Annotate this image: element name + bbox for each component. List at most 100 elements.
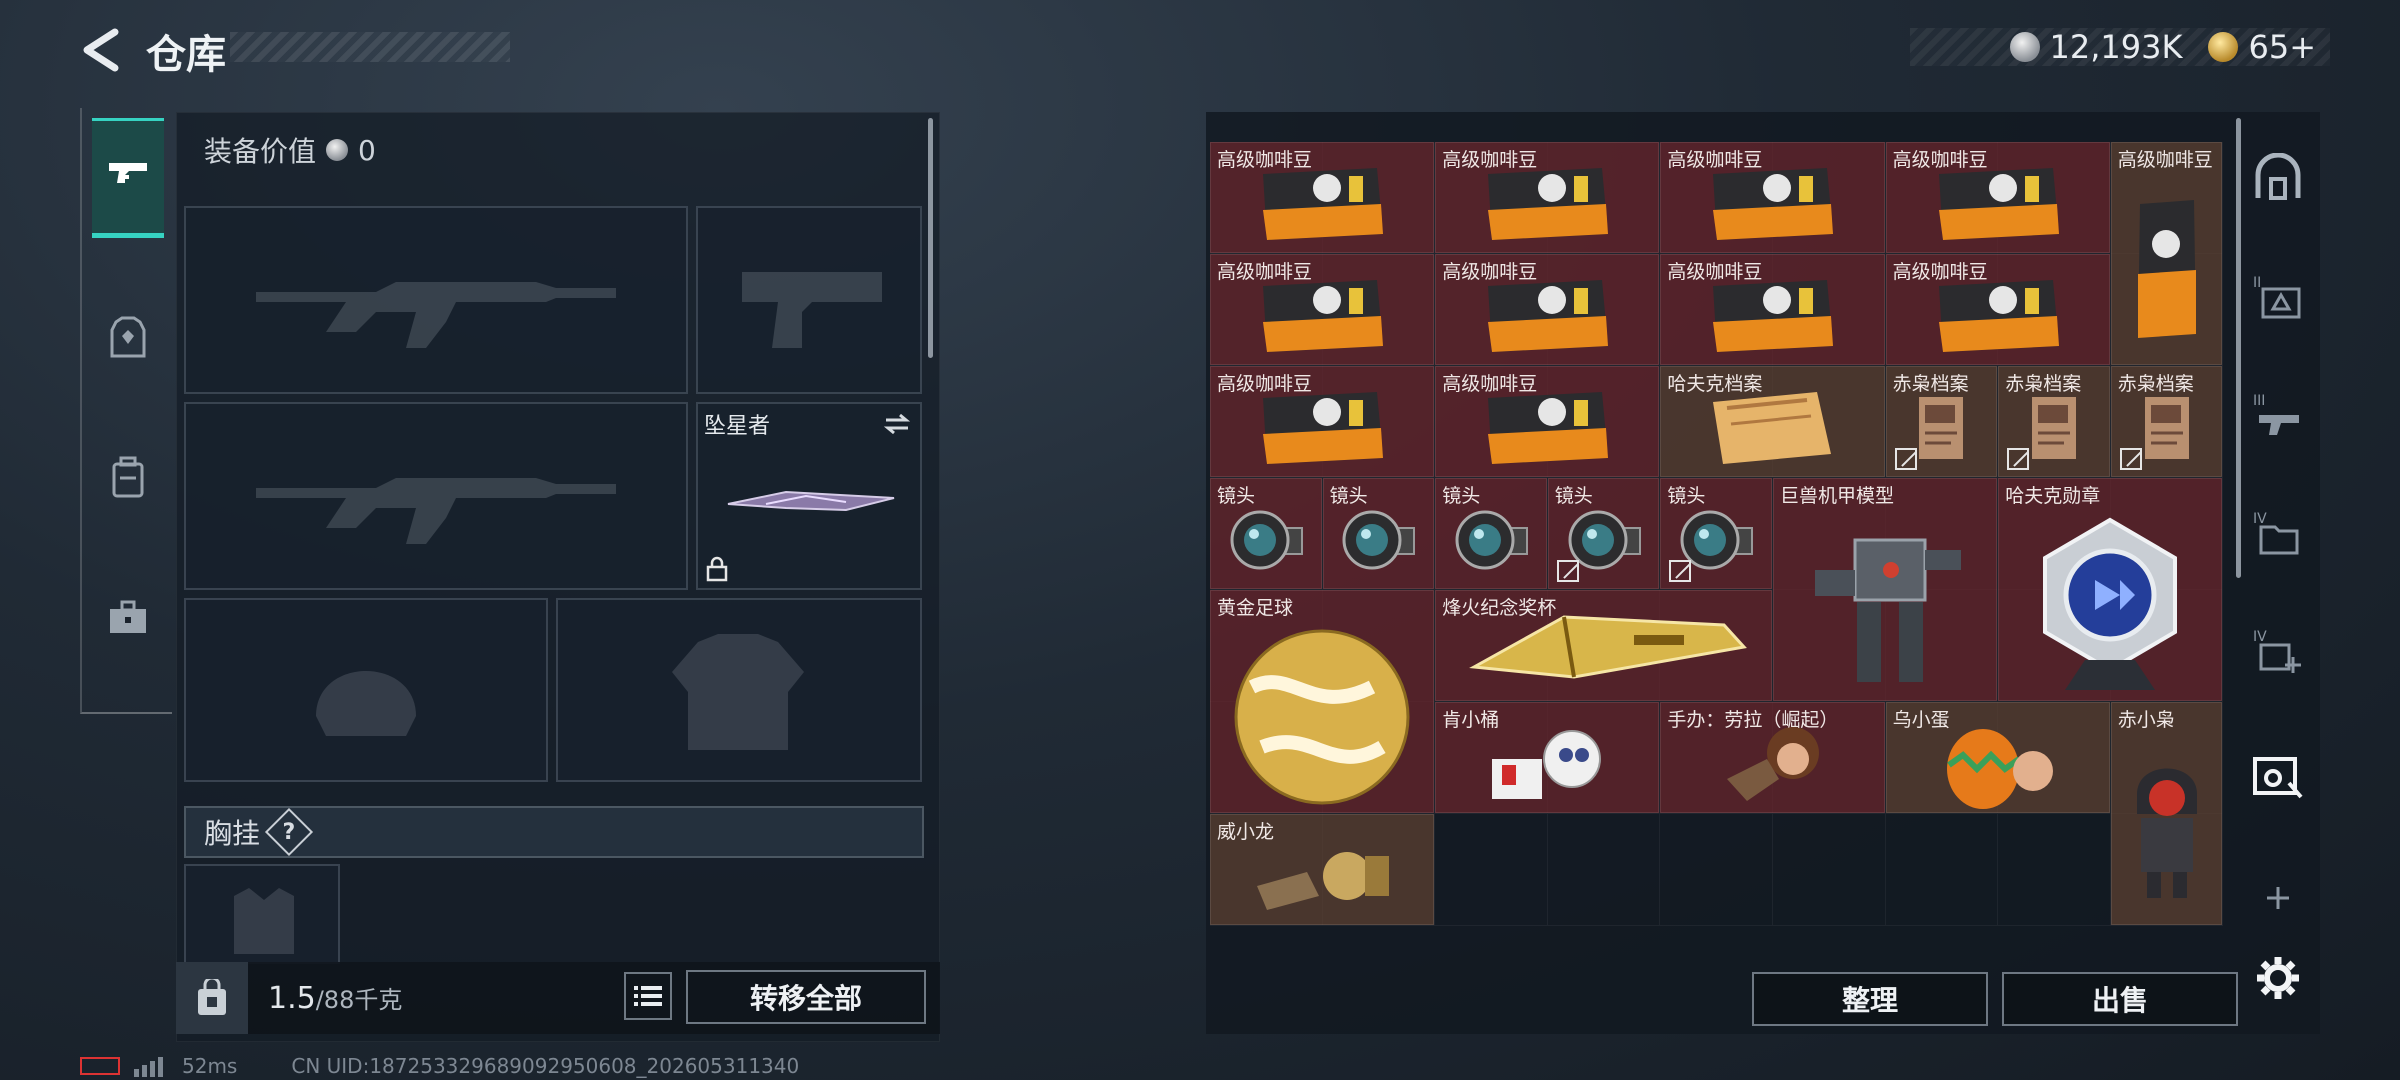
storage-item[interactable]: 镜头	[1210, 478, 1322, 589]
note-icon	[1913, 393, 1969, 467]
storage-item[interactable]: 镜头	[1435, 478, 1547, 589]
file-icon	[1707, 388, 1837, 472]
coffee-tall-icon	[2132, 194, 2202, 348]
sort-button[interactable]: 整理	[1752, 972, 1988, 1026]
storage-tab-4[interactable]: IV	[2248, 504, 2308, 564]
body-armor-slot[interactable]	[556, 598, 922, 782]
carry-weight-max: /88千克	[315, 986, 403, 1014]
coffee-icon	[1252, 388, 1392, 472]
helmet-slot[interactable]	[184, 598, 548, 782]
storage-item[interactable]: 乌小蛋	[1885, 702, 2110, 813]
grid-cell[interactable]	[1547, 814, 1661, 926]
storage-item-name: 肯小桶	[1442, 709, 1500, 731]
storage-item-name: 高级咖啡豆	[1217, 149, 1313, 171]
briefcase-icon	[110, 600, 146, 633]
storage-item[interactable]: 巨兽机甲模型	[1773, 478, 1998, 701]
storage-item[interactable]: 镜头	[1660, 478, 1772, 589]
storage-scrollbar[interactable]	[2236, 118, 2241, 578]
plus-icon	[2267, 887, 2289, 909]
primary-weapon-slot[interactable]	[184, 206, 688, 394]
storage-item[interactable]: 哈夫克勋章	[1998, 478, 2223, 701]
svg-text:III: III	[2253, 393, 2265, 409]
storage-item[interactable]: 烽火纪念奖杯	[1435, 590, 1772, 701]
silver-coin-icon	[326, 139, 349, 161]
coffee-icon	[1928, 164, 2068, 248]
bag-button[interactable]	[176, 962, 248, 1034]
storage-item[interactable]: 赤枭档案	[1998, 366, 2110, 477]
back-button[interactable]	[76, 22, 126, 78]
grid-cell[interactable]	[1773, 814, 1886, 926]
storage-item[interactable]: 赤小枭	[2110, 702, 2223, 925]
trophy-icon	[1454, 607, 1754, 700]
gold-currency-value[interactable]: 65+	[2248, 28, 2316, 66]
tab-weapons[interactable]	[92, 118, 164, 238]
storage-item[interactable]: 高级咖啡豆	[1660, 254, 1885, 365]
storage-tab-1[interactable]	[2248, 148, 2308, 208]
list-view-button[interactable]	[624, 972, 672, 1020]
melee-name: 坠星者	[704, 414, 771, 439]
silver-coin-icon	[2009, 32, 2040, 62]
storage-item[interactable]: 赤枭档案	[1885, 366, 1998, 477]
storage-item[interactable]: 高级咖啡豆	[2110, 142, 2223, 365]
chest-rig-silhouette-icon	[234, 888, 294, 954]
add-storage-button[interactable]	[2248, 868, 2308, 928]
coffee-icon	[1477, 388, 1617, 472]
tab-armor[interactable]	[92, 278, 164, 398]
storage-item[interactable]: 肯小桶	[1435, 702, 1660, 813]
sell-button[interactable]: 出售	[2002, 972, 2238, 1026]
grid-cell[interactable]	[1660, 814, 1773, 926]
melee-slot[interactable]: 坠星者	[696, 402, 922, 590]
storage-item[interactable]: 高级咖啡豆	[1660, 142, 1885, 253]
status-line: 52ms CN UID:187253329689092950608_202605…	[80, 1054, 799, 1078]
storage-item-name: 高级咖啡豆	[1442, 261, 1538, 283]
coffee-icon	[1252, 276, 1392, 360]
medal-icon	[2025, 510, 2195, 700]
storage-tab-5[interactable]: IV	[2248, 622, 2308, 682]
storage-item[interactable]: 高级咖啡豆	[1210, 142, 1435, 253]
storage-tab-6[interactable]	[2248, 746, 2308, 806]
lock-icon	[706, 556, 728, 582]
storage-item-name: 镜头	[1667, 485, 1706, 507]
help-button[interactable]: ?	[264, 807, 314, 857]
chest-rig-label: 胸挂	[204, 817, 261, 850]
untradable-icon	[1894, 448, 1917, 470]
storage-item[interactable]: 高级咖啡豆	[1435, 366, 1660, 477]
tier-4-storage-icon: IV	[2253, 511, 2299, 555]
storage-item[interactable]: 手办：劳拉（崛起）	[1660, 702, 1885, 813]
storage-item[interactable]: 赤枭档案	[2110, 366, 2223, 477]
storage-item[interactable]: 黄金足球	[1210, 590, 1435, 813]
settings-button[interactable]	[2248, 948, 2308, 1008]
tab-toolbox[interactable]	[92, 558, 164, 678]
grid-cell[interactable]	[1435, 814, 1548, 926]
storage-item[interactable]: 高级咖啡豆	[1210, 254, 1435, 365]
weight-bag-icon	[198, 979, 226, 1015]
storage-item[interactable]: 哈夫克档案	[1660, 366, 1885, 477]
silver-currency-value: 12,193K	[2049, 28, 2183, 66]
grid-cell[interactable]	[1998, 814, 2111, 926]
secondary-weapon-slot[interactable]	[696, 206, 922, 394]
warehouse-screen: 仓库 12,193K 65+ 装备价值 0 坠星者 胸挂 ? 1.5/88千克 …	[0, 0, 2400, 1080]
swap-icon[interactable]	[882, 412, 912, 436]
storage-item[interactable]: 镜头	[1322, 478, 1435, 589]
chest-rig-slot[interactable]	[184, 864, 340, 964]
storage-tab-2[interactable]: II	[2248, 268, 2308, 328]
figure-egg-icon	[1933, 719, 2063, 812]
storage-item[interactable]: 高级咖啡豆	[1435, 254, 1660, 365]
primary-weapon-slot-2[interactable]	[184, 402, 688, 590]
equipment-scrollbar[interactable]	[928, 118, 933, 358]
storage-item[interactable]: 镜头	[1547, 478, 1660, 589]
storage-item[interactable]: 高级咖啡豆	[1435, 142, 1660, 253]
storage-item[interactable]: 高级咖啡豆	[1885, 254, 2110, 365]
pistol-silhouette-icon	[742, 272, 882, 348]
figure-red-icon	[2127, 754, 2207, 908]
grid-cell[interactable]	[1885, 814, 1999, 926]
storage-item[interactable]: 高级咖啡豆	[1885, 142, 2110, 253]
storage-item-name: 哈夫克勋章	[2005, 485, 2101, 507]
storage-item[interactable]: 威小龙	[1210, 814, 1435, 925]
tab-backpack[interactable]	[92, 418, 164, 538]
storage-tab-3[interactable]: III	[2248, 386, 2308, 446]
gear-icon	[2257, 957, 2299, 999]
storage-item[interactable]: 高级咖啡豆	[1210, 366, 1435, 477]
storage-item-name: 哈夫克档案	[1667, 373, 1763, 395]
transfer-all-button[interactable]: 转移全部	[686, 970, 926, 1024]
